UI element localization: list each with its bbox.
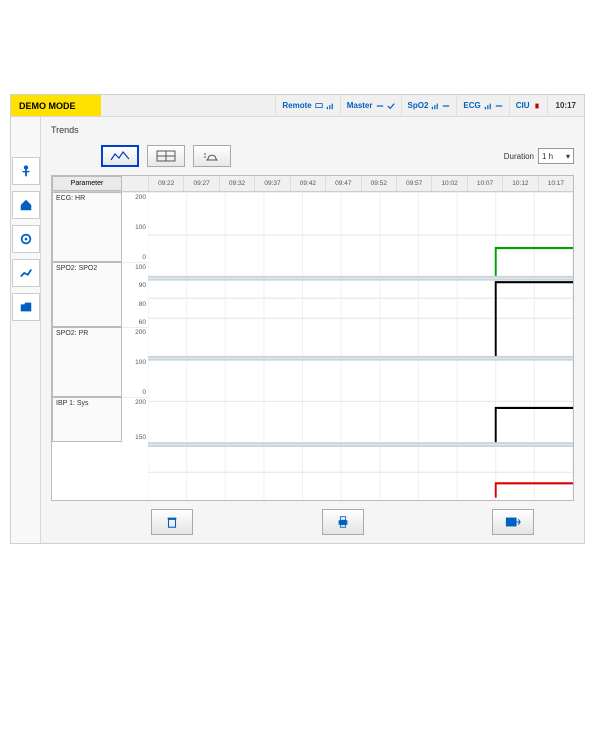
header-bar: DEMO MODE Remote Master SpO2 ECG: [11, 95, 584, 117]
header-item-ciu[interactable]: CIU: [509, 95, 547, 116]
time-tick: 09:42: [290, 176, 325, 191]
parameter-label: IBP 1: Sys: [52, 397, 122, 442]
exit-icon: [505, 516, 521, 528]
parameter-label: ECG: HR: [52, 192, 122, 262]
view-graph-button[interactable]: [101, 145, 139, 167]
clock: 10:17: [547, 95, 584, 116]
header-item-ecg[interactable]: ECG: [456, 95, 508, 116]
footer-toolbar: [51, 501, 574, 535]
sidebar-trend-button[interactable]: [12, 259, 40, 287]
time-tick: 09:22: [148, 176, 183, 191]
exit-button[interactable]: [492, 509, 534, 535]
signal-icon: [431, 102, 439, 110]
screen-icon: [315, 102, 323, 110]
header-label: Master: [347, 101, 373, 110]
dash-icon: [376, 102, 384, 110]
duration-value: 1 h: [542, 152, 553, 161]
chart-time-header: Parameter 09:2209:2709:3209:3709:4209:47…: [52, 176, 573, 192]
graph-icon: [110, 150, 130, 162]
time-tick: 10:12: [502, 176, 537, 191]
delete-button[interactable]: [151, 509, 193, 535]
dash-icon: [495, 102, 503, 110]
view-toolbar: Duration 1 h ▾: [101, 145, 574, 167]
patient-icon: [19, 164, 33, 178]
duration-label: Duration: [504, 152, 534, 161]
duration-select[interactable]: 1 h ▾: [538, 148, 574, 164]
time-tick: 09:52: [361, 176, 396, 191]
header-label: Remote: [282, 101, 311, 110]
header-label: CIU: [516, 101, 530, 110]
print-button[interactable]: [322, 509, 364, 535]
printer-icon: [336, 515, 350, 529]
trash-icon: [165, 515, 179, 529]
time-tick: 09:27: [183, 176, 218, 191]
time-tick: 10:17: [538, 176, 573, 191]
time-tick: 10:07: [467, 176, 502, 191]
dash-icon: [442, 102, 450, 110]
header-item-master[interactable]: Master: [340, 95, 401, 116]
yaxis-column: 20010001009080602001000200150: [122, 192, 148, 500]
trend-icon: [19, 266, 33, 280]
signal-icon: [326, 102, 334, 110]
plot-area[interactable]: [148, 192, 573, 500]
chevron-down-icon: ▾: [566, 152, 570, 161]
time-tick: 09:32: [219, 176, 254, 191]
folder-icon: [19, 300, 33, 314]
table-icon: [156, 150, 176, 162]
parameter-column: ECG: HRSPO2: SPO2SPO2: PRIBP 1: Sys: [52, 192, 122, 500]
main-content: Trends Duration 1 h ▾: [41, 117, 584, 543]
gear-icon: [19, 232, 33, 246]
demo-mode-badge: DEMO MODE: [11, 95, 101, 116]
yaxis-ticks: 200150: [122, 397, 148, 442]
parameter-header: Parameter: [52, 176, 122, 191]
yaxis-ticks: 100908060: [122, 262, 148, 327]
duration-control: Duration 1 h ▾: [504, 148, 574, 164]
yaxis-ticks: 2001000: [122, 192, 148, 262]
sidebar-settings-button[interactable]: [12, 225, 40, 253]
bell-icon: [202, 150, 222, 162]
time-tick: 09:37: [254, 176, 289, 191]
check-icon: [387, 102, 395, 110]
header-label: SpO2: [408, 101, 429, 110]
sidebar-home-button[interactable]: [12, 191, 40, 219]
home-icon: [19, 198, 33, 212]
time-tick: 10:02: [431, 176, 466, 191]
time-tick: 09:57: [396, 176, 431, 191]
signal-icon: [484, 102, 492, 110]
view-alarm-button[interactable]: [193, 145, 231, 167]
yaxis-ticks: 2001000: [122, 327, 148, 397]
section-title: Trends: [51, 125, 574, 135]
header-item-remote[interactable]: Remote: [275, 95, 339, 116]
sidebar-folder-button[interactable]: [12, 293, 40, 321]
header-item-spo2[interactable]: SpO2: [401, 95, 457, 116]
header-label: ECG: [463, 101, 480, 110]
app-window: DEMO MODE Remote Master SpO2 ECG: [10, 94, 585, 544]
sidebar: [11, 117, 41, 543]
parameter-label: SPO2: SPO2: [52, 262, 122, 327]
trend-chart: Parameter 09:2209:2709:3209:3709:4209:47…: [51, 175, 574, 501]
parameter-label: SPO2: PR: [52, 327, 122, 397]
time-tick: 09:47: [325, 176, 360, 191]
plug-icon: [533, 102, 541, 110]
view-table-button[interactable]: [147, 145, 185, 167]
sidebar-patient-button[interactable]: [12, 157, 40, 185]
